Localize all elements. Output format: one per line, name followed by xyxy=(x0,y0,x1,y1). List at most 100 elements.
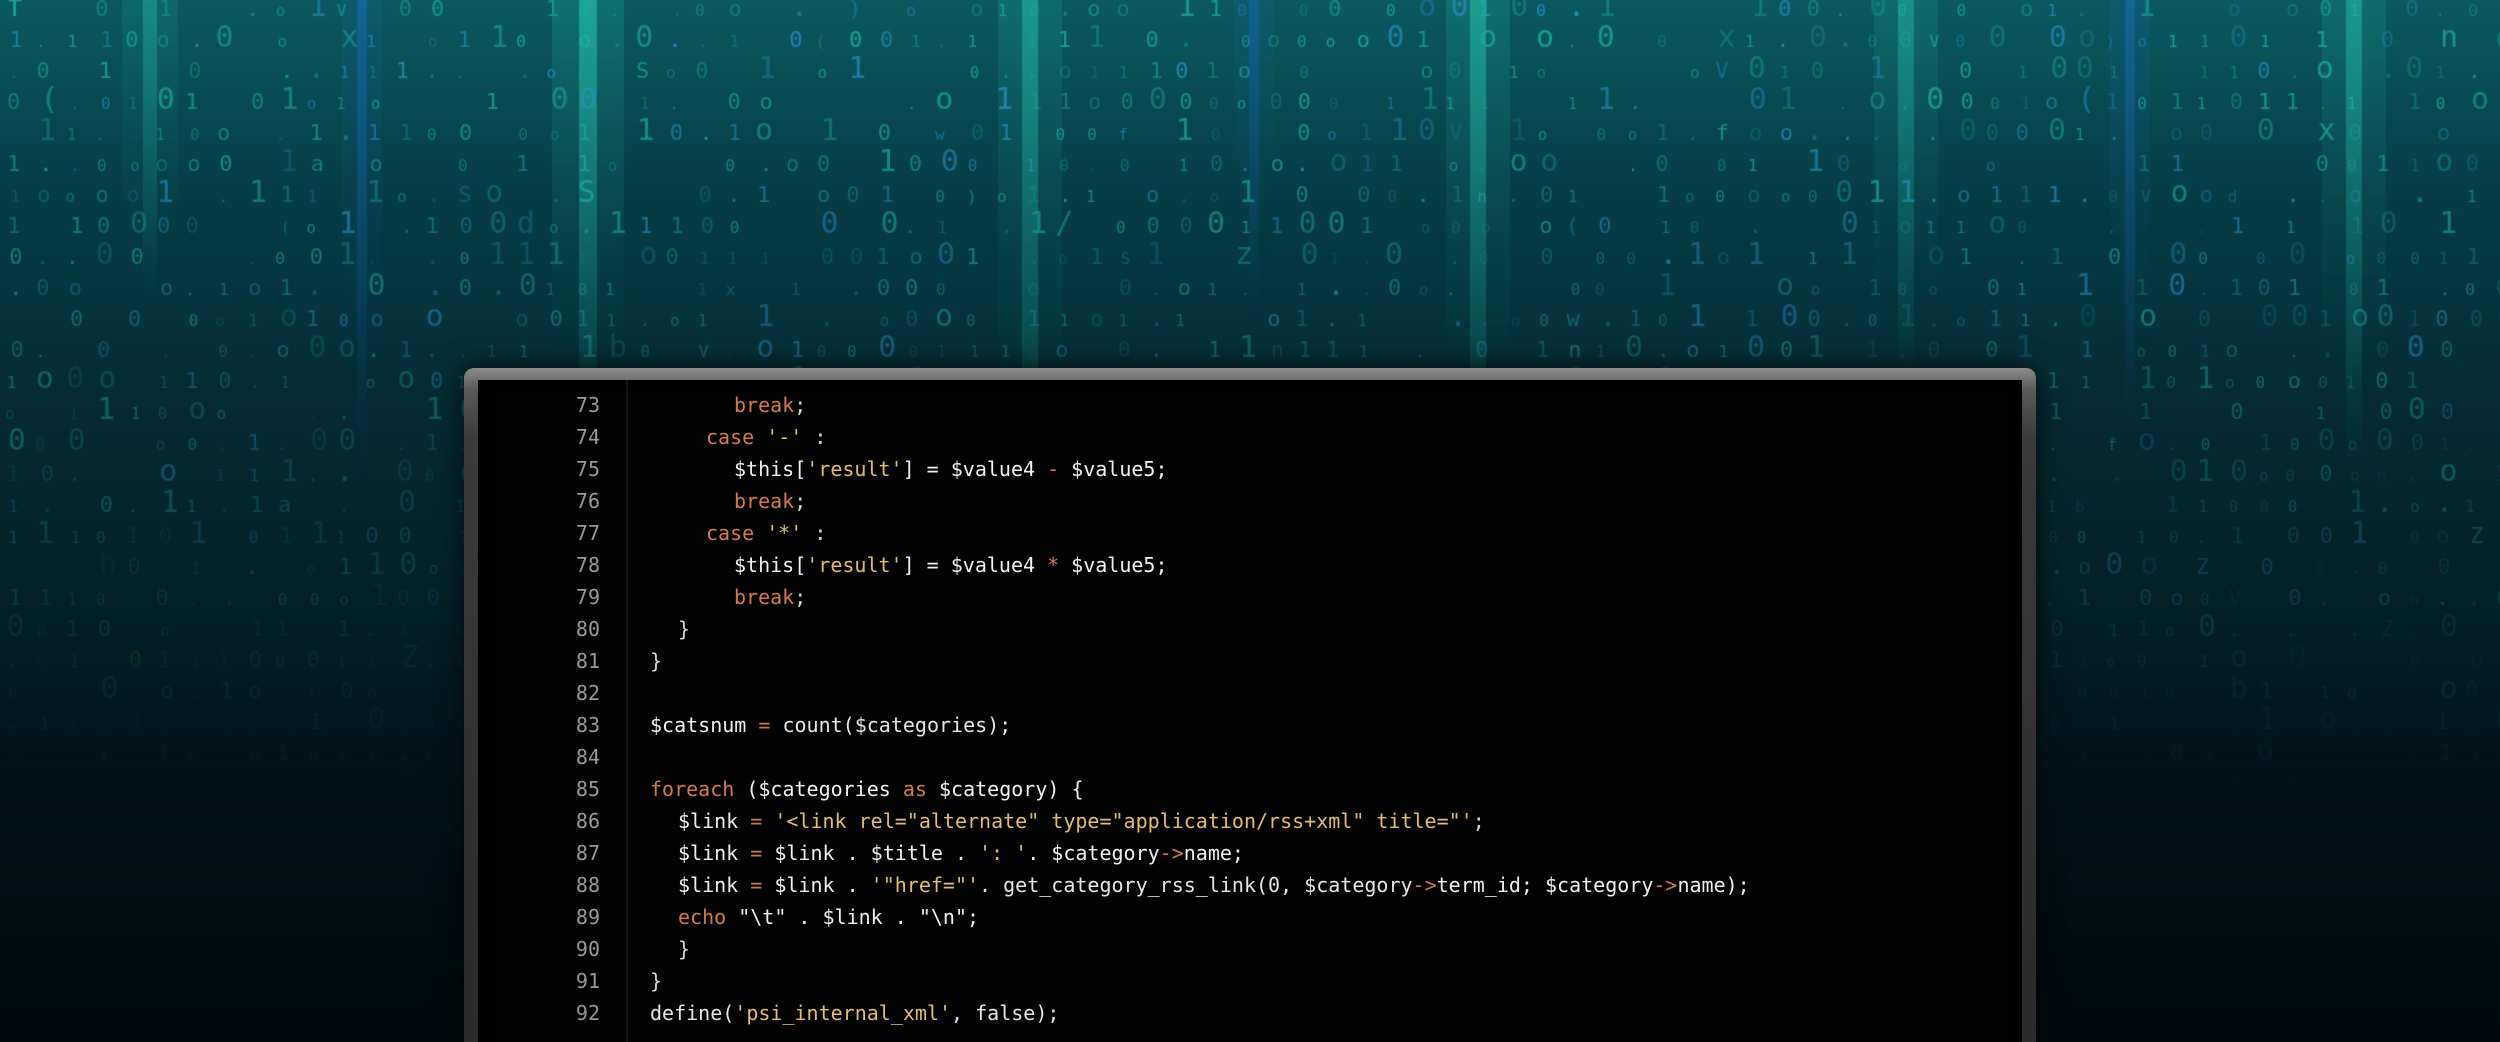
code-token: = xyxy=(750,809,763,833)
code-token: : xyxy=(802,425,827,449)
code-line: 78 $this['result'] = $value4 * $value5; xyxy=(478,549,2022,581)
code-token: case xyxy=(706,425,755,449)
code-token: as xyxy=(902,777,927,801)
line-number: 92 xyxy=(575,1001,600,1025)
code-line: 92 define('psi_internal_xml', false); xyxy=(478,997,2022,1029)
monitor-frame: 73 break; 74 case '-' :75 $this['result'] = … xyxy=(464,368,2036,1042)
code-text: break; xyxy=(734,389,806,421)
code-token: -> xyxy=(1159,841,1184,865)
code-line: 84 xyxy=(478,741,2022,773)
code-token: = xyxy=(750,841,763,865)
code-token: ($categories xyxy=(734,777,903,801)
line-number: 75 xyxy=(575,457,600,481)
code-token: $category) { xyxy=(926,777,1084,801)
code-text: $this['result'] = $value4 - $value5; xyxy=(734,453,1168,485)
line-number: 82 xyxy=(575,681,600,705)
code-token: '-' xyxy=(766,425,803,449)
code-token: echo xyxy=(678,905,727,929)
code-token: '*' xyxy=(766,521,803,545)
code-token: count($categories); xyxy=(770,713,1012,737)
line-number: 78 xyxy=(575,553,600,577)
code-text: } xyxy=(678,613,690,645)
line-number: 87 xyxy=(575,841,600,865)
code-line: 86 $link = '<link rel="alternate" type="a… xyxy=(478,805,2022,837)
code-token: -> xyxy=(1653,873,1678,897)
code-token: $value5; xyxy=(1059,457,1168,481)
code-line: 88 $link = $link . '"href="'. get_categor… xyxy=(478,869,2022,901)
code-text: $link = '<link rel="alternate" type="app… xyxy=(678,805,1485,837)
line-number: 84 xyxy=(575,745,600,769)
code-line: 82 xyxy=(478,677,2022,709)
code-text: break; xyxy=(734,485,806,517)
code-token: = xyxy=(758,713,771,737)
code-line: 85 foreach ($categories as $category) { xyxy=(478,773,2022,805)
line-number: 81 xyxy=(575,649,600,673)
code-token: } xyxy=(678,617,691,641)
code-token: name); xyxy=(1677,873,1750,897)
code-token: "\t" . $link . "\n"; xyxy=(726,905,980,929)
code-line: 87 $link = $link . $title . ': '. $catego… xyxy=(478,837,2022,869)
code-token: $this[ xyxy=(734,553,807,577)
code-token: 'result' xyxy=(806,457,903,481)
code-token: $link xyxy=(678,873,751,897)
code-token: : xyxy=(802,521,827,545)
code-token: break xyxy=(734,489,795,513)
code-line: 76 break; xyxy=(478,485,2022,517)
line-number: 77 xyxy=(575,521,600,545)
code-line: 81} xyxy=(478,645,2022,677)
code-line: 73 break; xyxy=(478,389,2022,421)
code-token: = xyxy=(750,873,763,897)
code-text: $link = $link . $title . ': '. $category… xyxy=(678,837,1244,869)
code-text: $this['result'] = $value4 * $value5; xyxy=(734,549,1168,581)
code-line: 75 $this['result'] = $value4 - $value5; xyxy=(478,453,2022,485)
code-token: - xyxy=(1047,457,1060,481)
code-text: break; xyxy=(734,581,806,613)
code-token: } xyxy=(678,937,691,961)
code-token: , false); xyxy=(951,1001,1060,1025)
line-number: 83 xyxy=(575,713,600,737)
code-line: 77 case '*' : xyxy=(478,517,2022,549)
code-token: -> xyxy=(1412,873,1437,897)
code-text: } xyxy=(650,645,662,677)
code-token: $link xyxy=(678,809,751,833)
code-token: ; xyxy=(794,489,807,513)
code-text: echo "\t" . $link . "\n"; xyxy=(678,901,979,933)
line-number: 91 xyxy=(575,969,600,993)
line-number: 79 xyxy=(575,585,600,609)
code-line: 90} xyxy=(478,933,2022,965)
code-token: ; xyxy=(794,393,807,417)
code-token: 'psi_internal_xml' xyxy=(734,1001,952,1025)
code-token: $link . $title . xyxy=(762,841,980,865)
line-number: 88 xyxy=(575,873,600,897)
code-text: } xyxy=(650,965,662,997)
code-token: $link . xyxy=(762,873,871,897)
code-token: $catsnum xyxy=(650,713,759,737)
code-text: foreach ($categories as $category) { xyxy=(650,773,1084,805)
code-token: '<link rel="alternate" type="application… xyxy=(774,809,1473,833)
code-token: break xyxy=(734,585,795,609)
code-token: $link xyxy=(678,841,751,865)
line-number: 74 xyxy=(575,425,600,449)
code-token: '"href="' xyxy=(870,873,980,897)
code-line: 83 $catsnum = count($categories); xyxy=(478,709,2022,741)
code-line: 79 break; xyxy=(478,581,2022,613)
code-token: * xyxy=(1047,553,1060,577)
code-token: break xyxy=(734,393,795,417)
code-token: define( xyxy=(650,1001,735,1025)
code-token: ; xyxy=(1472,809,1485,833)
code-token: name; xyxy=(1183,841,1244,865)
line-number: 76 xyxy=(575,489,600,513)
line-number: 85 xyxy=(575,777,600,801)
line-number: 89 xyxy=(575,905,600,929)
matrix-code-scene: 73 break; 74 case '-' :75 $this['result'] = … xyxy=(0,0,2500,1042)
code-token: ] = $value4 xyxy=(902,553,1048,577)
code-token: . get_category_rss_link(0, $category xyxy=(979,873,1413,897)
code-line: 74 case '-' : xyxy=(478,421,2022,453)
code-token: ': ' xyxy=(979,841,1028,865)
code-line: 91} xyxy=(478,965,2022,997)
line-number: 80 xyxy=(575,617,600,641)
code-text: define('psi_internal_xml', false); xyxy=(650,997,1059,1029)
